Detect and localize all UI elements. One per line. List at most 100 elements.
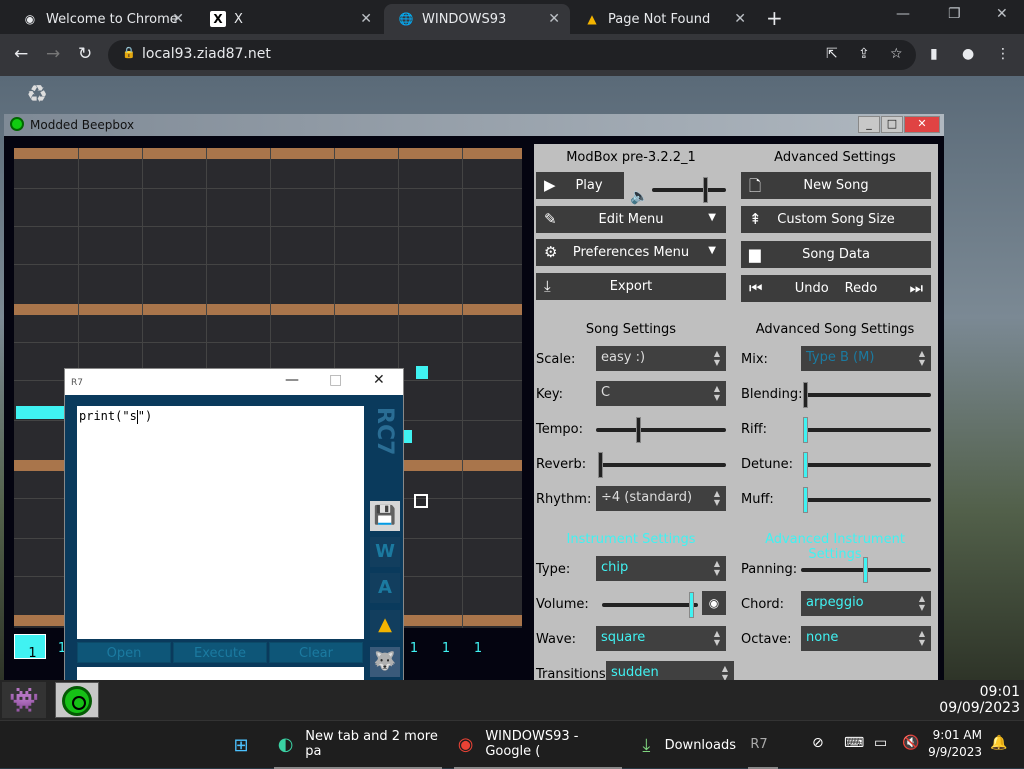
note[interactable] (404, 430, 412, 443)
mute-toggle-icon[interactable]: ◉ (702, 591, 726, 615)
redo-label[interactable]: Redo (845, 281, 878, 296)
new-song-button[interactable]: 🗋 New Song (741, 172, 931, 199)
bar-number[interactable]: 1 (430, 634, 462, 664)
open-in-new-icon[interactable]: ⇱ (826, 46, 838, 62)
song-data-button[interactable]: ▆ Song Data (741, 241, 931, 268)
new-tab-icon[interactable]: + (766, 6, 783, 30)
chord-select[interactable]: arpeggio ▲ ▼ (801, 591, 931, 616)
detune-slider[interactable] (803, 452, 931, 478)
bookmark-star-icon[interactable]: ☆ (890, 46, 903, 62)
save-floppy-icon[interactable]: 💾 (370, 501, 400, 531)
tempo-slider[interactable] (596, 417, 726, 443)
start-button[interactable]: ⊞ (230, 721, 260, 769)
minimize-window-icon[interactable]: — (896, 6, 910, 22)
reload-icon[interactable]: ↻ (78, 44, 92, 64)
reverb-slider[interactable] (598, 452, 726, 478)
note[interactable] (416, 366, 428, 379)
share-icon[interactable]: ⇪ (858, 46, 870, 62)
script-editor-textarea[interactable]: print("s") (77, 406, 364, 639)
close-tab-icon[interactable]: ✕ (172, 11, 184, 27)
profile-icon[interactable]: ● (962, 46, 974, 62)
rc7-titlebar[interactable]: R7 — □ ✕ (65, 369, 403, 395)
taskbar-rc7[interactable]: R7 (748, 721, 778, 769)
address-bar[interactable]: 🔒 local93.ziad87.net (108, 40, 916, 70)
tab-welcome-to-chrome[interactable]: ◉ Welcome to Chrome ✕ (8, 4, 194, 34)
scale-select[interactable]: easy :) ▲ ▼ (596, 346, 726, 371)
rhythm-select[interactable]: ÷4 (standard) ▲ ▼ (596, 486, 726, 511)
windows93-start-icon[interactable]: 👾 (2, 682, 46, 718)
wolf-avatar-icon[interactable]: 🐺 (370, 647, 400, 677)
wave-select[interactable]: square ▲ ▼ (596, 626, 726, 651)
taskbar-beepbox-app[interactable] (55, 682, 99, 718)
side-panel-icon[interactable]: ▮ (930, 46, 938, 62)
menu-icon[interactable]: ⋮ (996, 46, 1010, 62)
minimize-icon[interactable]: _ (858, 116, 880, 133)
close-tab-icon[interactable]: ✕ (360, 11, 372, 27)
w-icon[interactable]: W (370, 537, 400, 567)
bar-number[interactable]: 1 (14, 634, 46, 661)
forward-icon[interactable]: → (46, 44, 60, 64)
speaker-muted-icon[interactable]: 🔇 (902, 735, 919, 751)
panning-slider[interactable] (801, 557, 931, 583)
tab-windows93[interactable]: 🌐 WINDOWS93 ✕ (384, 4, 570, 34)
riff-slider[interactable] (803, 417, 931, 443)
export-button[interactable]: ⤓ Export (536, 273, 726, 300)
panning-thumb[interactable] (863, 557, 868, 583)
maximize-icon[interactable]: □ (329, 372, 342, 388)
octave-select[interactable]: none ▲ ▼ (801, 626, 931, 651)
note[interactable] (16, 406, 66, 419)
blending-slider[interactable] (803, 382, 931, 408)
a-icon[interactable]: A (370, 573, 400, 603)
keyboard-icon[interactable]: ⌨ (844, 735, 864, 751)
tempo-thumb[interactable] (636, 417, 641, 443)
display-icon[interactable]: ▭ (874, 735, 887, 751)
maximize-icon[interactable]: □ (881, 116, 903, 133)
reverb-thumb[interactable] (598, 452, 603, 478)
instrument-volume-slider[interactable] (602, 592, 698, 618)
custom-song-size-button[interactable]: ⇞ Custom Song Size (741, 206, 931, 233)
close-tab-icon[interactable]: ✕ (734, 11, 746, 27)
rc7-editor-window: R7 — □ ✕ print("s") Open Execute Clear ▲… (64, 368, 404, 727)
google-drive-icon[interactable]: ▲ (370, 610, 400, 640)
minimize-icon[interactable]: — (285, 372, 299, 388)
bar-number[interactable]: 1 (462, 634, 494, 664)
execute-button[interactable]: Execute (173, 642, 267, 663)
play-button[interactable]: ▶ Play (536, 172, 624, 199)
recycle-bin-icon[interactable]: ♻ (22, 80, 52, 112)
windows-clock[interactable]: 9:01 AM 9/9/2023 (926, 727, 982, 761)
new-file-icon: 🗋 (749, 177, 762, 195)
mix-select[interactable]: Type B (M) ▲ ▼ (801, 346, 931, 371)
preferences-menu-button[interactable]: ⚙ Preferences Menu ▼ (536, 239, 726, 266)
master-volume-thumb[interactable] (703, 177, 708, 203)
blending-thumb[interactable] (803, 382, 808, 408)
tab-page-not-found[interactable]: ▲ Page Not Found ✕ (570, 4, 756, 34)
taskbar-edge[interactable]: ◐ New tab and 2 more pa (274, 721, 442, 769)
beepbox-titlebar[interactable]: Modded Beepbox _ □ ✕ (4, 114, 944, 136)
muff-thumb[interactable] (803, 487, 808, 513)
mix-value: Type B (M) (806, 350, 875, 365)
close-icon[interactable]: ✕ (904, 116, 940, 133)
edit-menu-button[interactable]: ✎ Edit Menu ▼ (536, 206, 726, 233)
close-icon[interactable]: ✕ (373, 372, 385, 388)
network-off-icon[interactable]: ⊘ (812, 735, 824, 751)
clear-button[interactable]: Clear (269, 642, 363, 663)
instrument-volume-thumb[interactable] (689, 592, 694, 618)
close-tab-icon[interactable]: ✕ (548, 11, 560, 27)
notification-bell-icon[interactable]: 🔔 (990, 735, 1007, 751)
riff-thumb[interactable] (803, 417, 808, 443)
muff-slider[interactable] (803, 487, 931, 513)
song-data-label: Song Data (802, 247, 870, 262)
master-volume-slider[interactable] (652, 177, 726, 203)
key-select[interactable]: C ▲ ▼ (596, 381, 726, 406)
restore-window-icon[interactable]: ❐ (948, 6, 961, 22)
tab-x[interactable]: X X ✕ (196, 4, 382, 34)
open-button[interactable]: Open (77, 642, 171, 663)
taskbar-chrome[interactable]: ◉ WINDOWS93 - Google ( (454, 721, 622, 769)
detune-thumb[interactable] (803, 452, 808, 478)
close-window-icon[interactable]: ✕ (996, 6, 1008, 22)
back-icon[interactable]: ← (14, 44, 28, 64)
instrument-type-select[interactable]: chip ▲ ▼ (596, 556, 726, 581)
taskbar-downloads[interactable]: ⤓ Downloads (636, 721, 736, 769)
undo-label[interactable]: Undo (795, 281, 829, 296)
undo-redo-button[interactable]: ⏮ Undo Redo ⏭ (741, 275, 931, 302)
